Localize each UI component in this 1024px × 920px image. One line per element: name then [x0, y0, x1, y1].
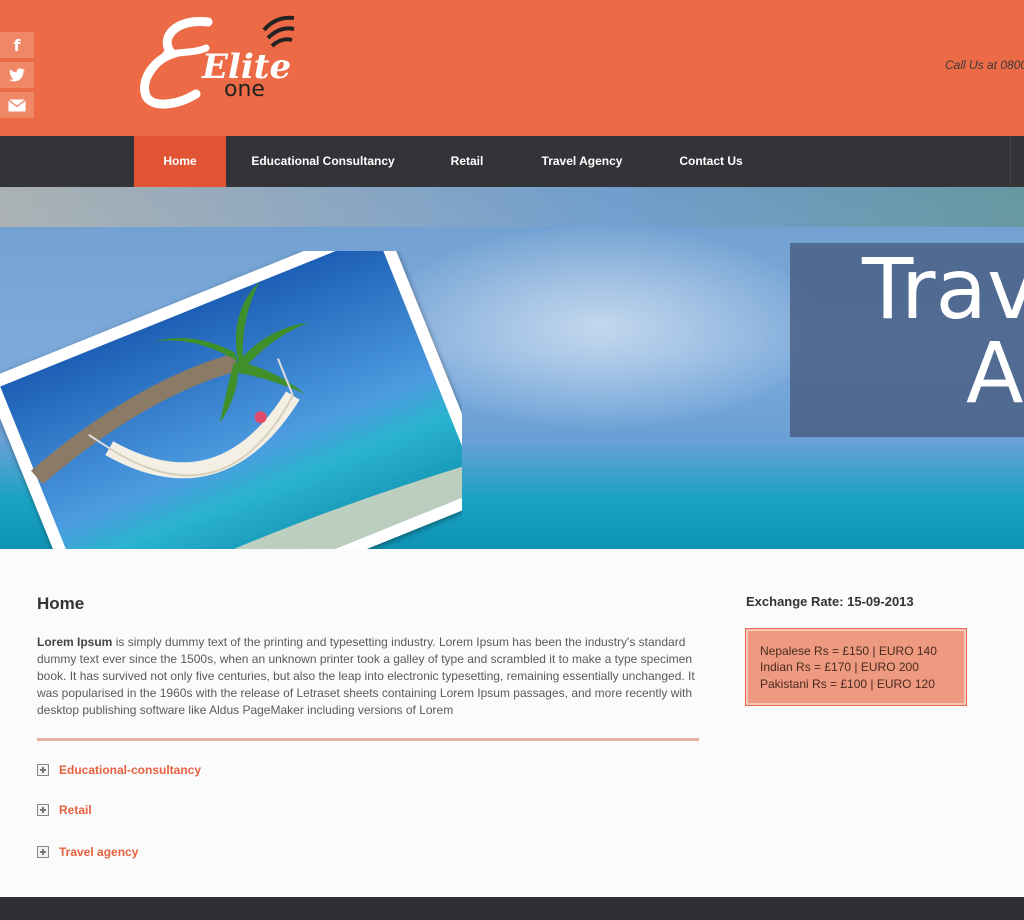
hero-banner: Trav A — [0, 187, 1024, 549]
social-bar: f — [0, 32, 34, 122]
call-us-text: Call Us at 0800- — [945, 58, 1024, 72]
rate-indian: Indian Rs = £170 | EURO 200 — [760, 660, 919, 674]
main-nav: Home Educational Consultancy Retail Trav… — [0, 136, 1024, 187]
rate-pakistani: Pakistani Rs = £100 | EURO 120 — [760, 677, 935, 691]
nav-travel-agency[interactable]: Travel Agency — [532, 136, 632, 187]
intro-paragraph: Lorem Ipsum is simply dummy text of the … — [37, 634, 701, 719]
exchange-rate-title: Exchange Rate: 15-09-2013 — [746, 594, 914, 609]
expand-plus-icon — [37, 764, 49, 776]
expand-plus-icon — [37, 846, 49, 858]
exchange-rate-box: Nepalese Rs = £150 | EURO 140 Indian Rs … — [745, 628, 967, 706]
site-logo[interactable]: Elite one — [136, 8, 316, 118]
envelope-icon — [8, 98, 26, 111]
facebook-icon[interactable]: f — [0, 32, 34, 58]
beach-photo — [0, 251, 462, 549]
banner-subtitle: A — [966, 324, 1024, 422]
logo-mark: Elite one — [140, 15, 295, 109]
link-label: Educational-consultancy — [59, 763, 202, 777]
content-divider — [37, 738, 699, 741]
facebook-glyph: f — [13, 35, 21, 55]
link-retail[interactable]: Retail — [37, 801, 92, 819]
nav-educational-consultancy[interactable]: Educational Consultancy — [244, 136, 402, 187]
link-label: Retail — [59, 803, 92, 817]
intro-bold: Lorem Ipsum — [37, 635, 113, 649]
rate-nepalese: Nepalese Rs = £150 | EURO 140 — [760, 644, 937, 658]
site-footer — [0, 897, 1024, 920]
twitter-bird-icon — [9, 68, 25, 82]
link-educational-consultancy[interactable]: Educational-consultancy — [37, 761, 201, 779]
nav-contact-us[interactable]: Contact Us — [668, 136, 754, 187]
nav-home[interactable]: Home — [134, 136, 226, 187]
twitter-icon[interactable] — [0, 62, 34, 88]
link-label: Travel agency — [59, 845, 139, 859]
nav-divider — [1010, 136, 1011, 187]
expand-plus-icon — [37, 804, 49, 816]
intro-text: is simply dummy text of the printing and… — [37, 635, 695, 717]
banner-background-blur — [0, 187, 1024, 227]
link-travel-agency[interactable]: Travel agency — [37, 843, 138, 861]
mail-icon[interactable] — [0, 92, 34, 118]
banner-title: Trav — [862, 240, 1024, 338]
page-title: Home — [37, 594, 85, 613]
svg-text:one: one — [224, 77, 265, 102]
site-header: f Elite one Call Us at 0800- — [0, 0, 1024, 136]
nav-retail[interactable]: Retail — [436, 136, 498, 187]
